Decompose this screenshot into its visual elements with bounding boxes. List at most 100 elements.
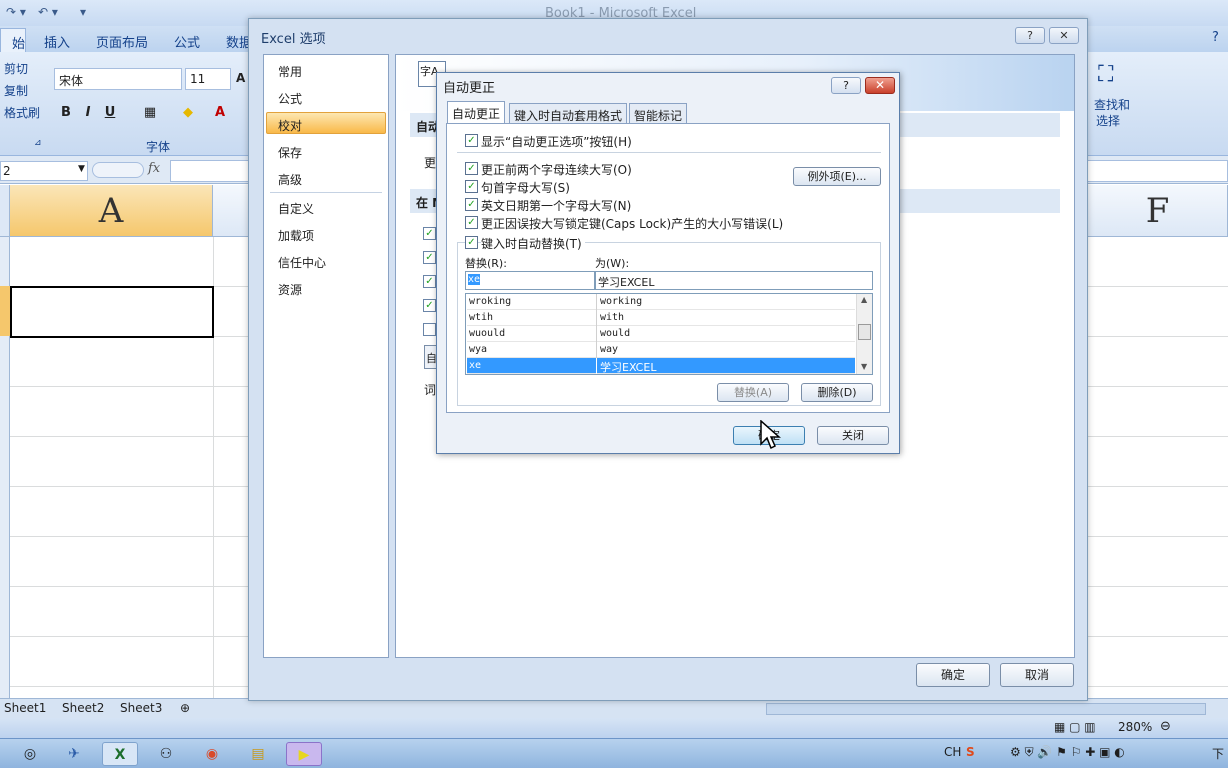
options-cancel-button[interactable]: 取消 [1000,663,1074,687]
chrome-icon[interactable]: ◉ [194,742,230,766]
font-size-box[interactable]: 11 [185,68,231,90]
bg-checkbox-5[interactable] [423,323,436,336]
ime-icon[interactable]: S [966,745,975,759]
clock[interactable]: 下 [1212,745,1224,762]
two-initial-capitals-checkbox[interactable]: ✓ [465,162,478,175]
nav-item-trust-center[interactable]: 信任中心 [278,254,326,271]
bird-app-icon[interactable]: ✈ [56,742,92,766]
formula-expander[interactable] [92,162,144,178]
insert-function-icon[interactable]: fx [148,161,160,176]
find-select-button-line1[interactable]: 查找和 [1094,96,1130,113]
tab-formulas[interactable]: 公式 [174,32,200,51]
bg-checkbox-2[interactable]: ✓ [423,251,436,264]
options-ok-button[interactable]: 确定 [916,663,990,687]
replace-input[interactable]: xe [465,271,595,290]
row-header-selected[interactable] [0,286,10,336]
border-icon[interactable]: ▦ [140,102,160,124]
scroll-up-icon[interactable]: ▲ [861,295,867,304]
select-all-corner[interactable] [0,185,10,237]
exceptions-button[interactable]: 例外项(E)... [793,167,881,186]
fill-color-icon[interactable]: ◆ [178,102,198,124]
show-options-label: 显示“自动更正选项”按钮(H) [481,135,632,149]
redo-icon[interactable]: ↷ ▾ [6,5,26,19]
sheet-tab-1[interactable]: Sheet1 [4,701,46,715]
list-scrollbar[interactable]: ▲ ▼ [856,294,872,374]
zoom-out-icon[interactable]: ⊖ [1160,719,1171,734]
media-player-icon[interactable]: ▶ [286,742,322,766]
page-view-icons[interactable]: ▦ ▢ ▥ [1054,720,1096,734]
tab-insert[interactable]: 插入 [44,32,70,51]
column-header-f[interactable]: F [1088,185,1228,237]
nav-item-popular[interactable]: 常用 [278,63,302,80]
clipboard-launcher-icon[interactable]: ⊿ [34,138,42,148]
font-color-icon[interactable]: A [210,102,230,124]
bold-icon[interactable]: B [56,102,76,124]
autocorrect-entry-list[interactable]: wroking working wtih with wuould would wya w… [465,293,873,375]
excel-taskbar-icon[interactable]: X [102,742,138,766]
name-box[interactable]: 2 [0,161,88,181]
customize-toolbar-icon[interactable]: ▾ [80,5,86,19]
binoculars-icon: ⛶ [1098,62,1114,87]
format-painter-button[interactable]: 格式刷 [4,104,40,121]
zoom-level[interactable]: 280% [1118,720,1152,734]
start-icon[interactable]: ◎ [12,742,48,766]
tab-home[interactable]: 始 [0,28,26,52]
autocorrect-close-button[interactable]: 关闭 [817,426,889,445]
replace-as-you-type-checkbox[interactable]: ✓ [465,236,478,249]
horizontal-scrollbar[interactable] [766,703,1206,715]
dictionary-language-label: 词 [424,383,437,397]
copy-button[interactable]: 复制 [4,82,28,99]
capitalize-sentence-checkbox[interactable]: ✓ [465,180,478,193]
scroll-down-icon[interactable]: ▼ [861,362,867,371]
nav-item-resources[interactable]: 资源 [278,281,302,298]
italic-icon[interactable]: I [78,102,98,124]
language-indicator[interactable]: CH [944,745,961,759]
undo-icon[interactable]: ↶ ▾ [38,5,58,19]
sheet-tab-3[interactable]: Sheet3 [120,701,162,715]
nav-item-formulas[interactable]: 公式 [278,90,302,107]
nav-item-addins[interactable]: 加载项 [278,227,314,244]
cut-button[interactable]: 剪切 [4,60,28,77]
nav-item-save[interactable]: 保存 [278,144,302,161]
grow-font-icon[interactable]: A [236,71,245,85]
show-options-checkbox[interactable]: ✓ [465,134,478,147]
bg-checkbox-1[interactable]: ✓ [423,227,436,240]
nav-item-advanced[interactable]: 高级 [278,171,302,188]
caps-lock-checkbox[interactable]: ✓ [465,216,478,229]
app-icon[interactable]: ⚇ [148,742,184,766]
delete-button[interactable]: 删除(D) [801,383,873,402]
insert-sheet-icon[interactable]: ⊕ [180,701,190,715]
replace-button[interactable]: 替换(A) [717,383,789,402]
tab-smart-tags[interactable]: 智能标记 [629,103,688,124]
options-help-icon[interactable]: ? [1015,27,1045,44]
autocorrect-close-icon[interactable]: ✕ [865,77,895,94]
underline-icon[interactable]: U [100,102,120,124]
nav-item-proofing[interactable]: 校对 [278,117,302,134]
bg-checkbox-3[interactable]: ✓ [423,275,436,288]
options-close-icon[interactable]: ✕ [1049,27,1079,44]
nav-item-customize[interactable]: 自定义 [278,200,314,217]
folder-icon[interactable]: ▤ [240,742,276,766]
list-item[interactable]: wya way [467,342,855,358]
list-item[interactable]: wtih with [467,310,855,326]
active-cell[interactable] [10,286,214,338]
column-header-a[interactable]: A [10,185,213,237]
scroll-thumb[interactable] [858,324,871,340]
bg-checkbox-4[interactable]: ✓ [423,299,436,312]
tab-page-layout[interactable]: 页面布局 [96,32,148,51]
two-initial-capitals-label: 更正前两个字母连续大写(O) [481,163,632,177]
autocorrect-help-icon[interactable]: ? [831,77,861,94]
sheet-tab-2[interactable]: Sheet2 [62,701,104,715]
tab-autoformat-as-you-type[interactable]: 键入时自动套用格式 [509,103,628,124]
with-input[interactable]: 学习EXCEL [595,271,873,290]
list-item[interactable]: wroking working [467,294,855,310]
help-icon[interactable]: ? [1212,30,1219,45]
name-box-dropdown-icon[interactable]: ▼ [78,164,85,174]
tab-autocorrect[interactable]: 自动更正 [447,101,506,124]
list-item-selected[interactable]: xe 学习EXCEL [467,358,855,374]
font-name-box[interactable]: 宋体 [54,68,182,90]
capitalize-days-checkbox[interactable]: ✓ [465,198,478,211]
find-select-button-line2[interactable]: 选择 [1096,112,1120,129]
tray-icons[interactable]: ⚙ ⛨ 🔊 ⚑ ⚐ ✚ ▣ ◐ [1010,745,1125,760]
list-item[interactable]: wuould would [467,326,855,342]
